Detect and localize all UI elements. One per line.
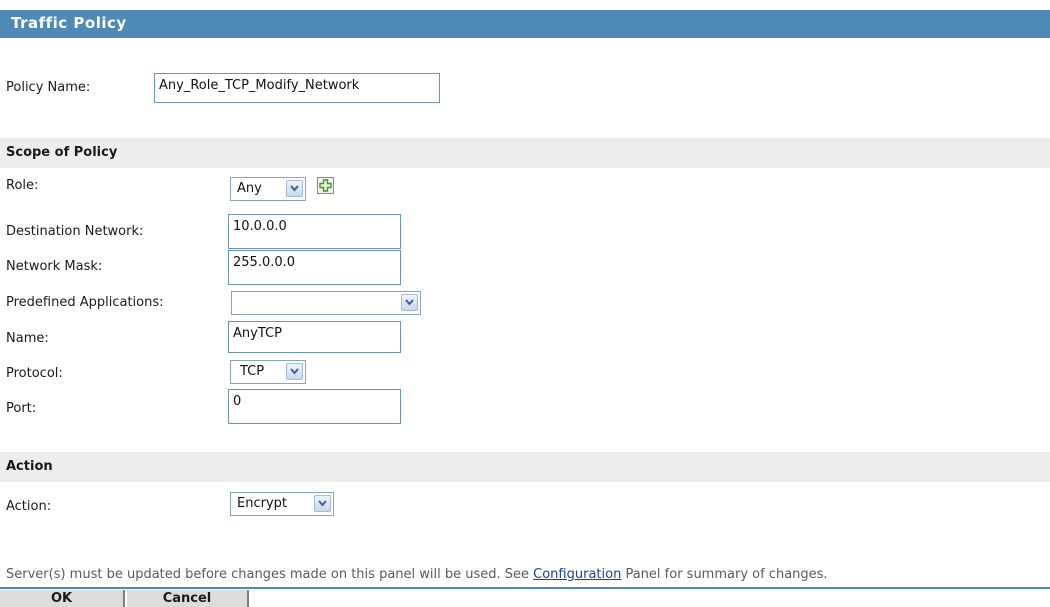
chevron-down-icon (314, 495, 331, 512)
action-select[interactable]: Encrypt (230, 492, 334, 516)
divider (0, 587, 1050, 589)
scope-section-title: Scope of Policy (6, 145, 118, 160)
name-label: Name: (6, 331, 49, 346)
add-role-button[interactable] (317, 177, 334, 194)
configuration-link[interactable]: Configuration (533, 567, 621, 582)
plus-icon (319, 179, 332, 192)
chevron-down-icon (286, 180, 303, 197)
action-select-value: Encrypt (237, 496, 287, 511)
title-bar: Traffic Policy (0, 10, 1050, 38)
chevron-down-icon (286, 363, 303, 380)
notice-text-before: Server(s) must be updated before changes… (6, 567, 534, 582)
policy-name-label: Policy Name: (6, 80, 91, 95)
cancel-button[interactable]: Cancel (127, 590, 249, 607)
scope-section-header: Scope of Policy (0, 138, 1050, 168)
policy-name-input[interactable]: Any_Role_TCP_Modify_Network (154, 73, 440, 103)
page-title: Traffic Policy (11, 14, 127, 32)
destination-network-input[interactable]: 10.0.0.0 (228, 214, 401, 249)
port-input[interactable]: 0 (228, 389, 401, 424)
chevron-down-icon (401, 294, 418, 311)
predefined-applications-label: Predefined Applications: (6, 295, 164, 310)
ok-button[interactable]: OK (0, 590, 125, 607)
name-input[interactable]: AnyTCP (228, 321, 401, 353)
notice-text-after: Panel for summary of changes. (621, 567, 828, 582)
role-select[interactable]: Any (230, 177, 306, 201)
protocol-label: Protocol: (6, 366, 63, 381)
role-select-value: Any (237, 181, 262, 196)
port-label: Port: (6, 401, 37, 416)
network-mask-label: Network Mask: (6, 259, 103, 274)
predefined-applications-select[interactable] (231, 291, 421, 315)
action-section-title: Action (6, 459, 53, 474)
action-section-header: Action (0, 452, 1050, 482)
protocol-select[interactable]: TCP (230, 360, 306, 384)
update-notice: Server(s) must be updated before changes… (6, 567, 828, 582)
protocol-select-value: TCP (240, 364, 265, 379)
role-label: Role: (6, 178, 39, 193)
destination-network-label: Destination Network: (6, 224, 144, 239)
action-label: Action: (6, 499, 52, 514)
network-mask-input[interactable]: 255.0.0.0 (228, 250, 401, 285)
